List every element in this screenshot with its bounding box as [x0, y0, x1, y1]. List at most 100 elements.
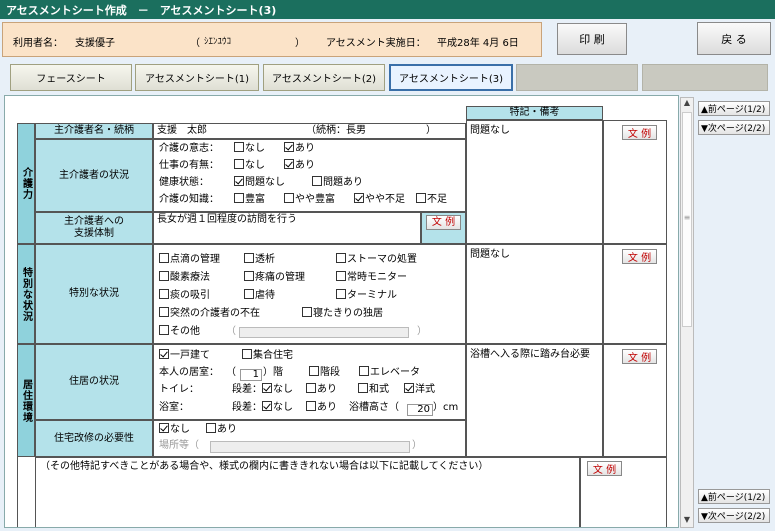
user-info-panel: 利用者名： 支援優子 （ ｼｴﾝﾕｳｺ ） アセスメント実施日： 平成28年 4… — [2, 22, 542, 57]
abuse-checkbox[interactable]: 虐待 — [244, 289, 275, 303]
tab-empty-2 — [642, 64, 768, 91]
housing-bunrei-cell: 文 例 — [603, 344, 667, 457]
apartment-checkbox[interactable]: 集合住宅 — [242, 349, 293, 363]
next-page-button-top[interactable]: ▼次ページ(2/2) — [698, 120, 770, 135]
special-situation-cell: 点滴の管理 透析 ストーマの処置 酸素療法 疼痛の管理 常時モニター 痰の吸引 … — [153, 244, 466, 344]
next-page-button-bottom[interactable]: ▼次ページ(2/2) — [698, 508, 770, 523]
know-somewhat-lacking-checkbox[interactable]: やや不足 — [354, 193, 405, 207]
housing-bunrei-button[interactable]: 文 例 — [622, 349, 657, 364]
print-button[interactable]: 印 刷 — [557, 23, 627, 55]
scroll-thumb[interactable]: ≡ — [682, 112, 692, 327]
vertical-scrollbar[interactable]: ▲ ≡ ▼ — [680, 97, 694, 528]
support-text: 長女が週１回程度の訪問を行う — [157, 214, 297, 225]
special-note: 問題なし — [470, 249, 510, 260]
tab-assessment-1[interactable]: アセスメントシート(1) — [135, 64, 259, 91]
will-yes-checkbox[interactable]: あり — [284, 142, 315, 156]
special-bunrei-cell: 文 例 — [603, 244, 667, 344]
dialysis-checkbox[interactable]: 透析 — [244, 253, 275, 267]
know-somewhat-rich-checkbox[interactable]: やや豊富 — [284, 193, 335, 207]
section-kaigo: 介護力 — [17, 123, 35, 244]
room-label: 本人の居室： — [159, 367, 219, 378]
tub-height-input[interactable]: 20 — [407, 401, 433, 416]
reform-label: 住宅改修の必要性 — [35, 420, 153, 457]
prev-page-button-bottom[interactable]: ▲前ページ(1/2) — [698, 489, 770, 504]
toilet-step-no-checkbox[interactable]: なし — [262, 383, 293, 397]
kaigo-bunrei-button[interactable]: 文 例 — [622, 125, 657, 140]
job-label: 仕事の有無： — [159, 160, 219, 171]
know-rich-checkbox[interactable]: 豊富 — [234, 193, 265, 207]
western-toilet-checkbox[interactable]: 洋式 — [404, 383, 435, 397]
other-notes-field[interactable]: （その他特記すべきことがある場合や、様式の欄内に書ききれない場合は以下に記載して… — [35, 457, 580, 527]
health-ok-checkbox[interactable]: 問題なし — [234, 176, 285, 190]
stoma-checkbox[interactable]: ストーマの処置 — [336, 253, 417, 267]
caregiver-name: 支援 太郎 — [157, 125, 207, 136]
monitor-checkbox[interactable]: 常時モニター — [336, 271, 407, 285]
other-open-paren: （ — [226, 326, 236, 337]
bath-step-no-checkbox[interactable]: なし — [262, 401, 293, 415]
support-label-line1: 主介護者への — [64, 216, 124, 227]
health-ng-checkbox[interactable]: 問題あり — [312, 176, 363, 190]
caregiver-status-label: 主介護者の状況 — [35, 139, 153, 212]
kaigo-bunrei-cell: 文 例 — [603, 120, 667, 244]
caregiver-name-field[interactable]: 支援 太郎 （続柄：長男 ） — [153, 123, 466, 139]
prev-page-button-top[interactable]: ▲前ページ(1/2) — [698, 101, 770, 116]
toilet-step-yes-checkbox[interactable]: あり — [306, 383, 337, 397]
special-notes-field[interactable]: 問題なし — [466, 244, 603, 344]
kaigo-note: 問題なし — [470, 125, 510, 136]
scroll-down-icon[interactable]: ▼ — [681, 515, 693, 527]
oxygen-checkbox[interactable]: 酸素療法 — [159, 271, 210, 285]
tab-face-sheet[interactable]: フェースシート — [10, 64, 132, 91]
back-button[interactable]: 戻 る — [697, 22, 771, 55]
assessment-form: 特記・備考 介護力 特別な状況 居住環境 主介護者名・続柄 支援 太郎 （続柄：… — [4, 95, 679, 528]
place-label: 場所等（ — [159, 440, 199, 451]
user-kana: ｼｴﾝﾕｳｺ — [204, 37, 232, 47]
toilet-step-label: 段差： — [232, 384, 262, 395]
tub-height-unit: ）cm — [433, 402, 459, 413]
support-bunrei-button[interactable]: 文 例 — [426, 215, 461, 230]
reform-no-checkbox[interactable]: なし — [159, 423, 190, 437]
tab-assessment-3[interactable]: アセスメントシート(3) — [389, 64, 513, 91]
elevator-checkbox[interactable]: エレベータ — [359, 366, 420, 380]
other-bunrei-button[interactable]: 文 例 — [587, 461, 622, 476]
floor-unit: ）階 — [263, 367, 283, 378]
place-input[interactable] — [210, 441, 410, 453]
housing-note: 浴槽へ入る際に踏み台必要 — [470, 349, 590, 360]
housing-status-cell: 一戸建て 集合住宅 本人の居室： （ 1 ）階 階段 エレベータ トイレ： 段差… — [153, 344, 466, 420]
caregiver-absence-checkbox[interactable]: 突然の介護者の不在 — [159, 307, 260, 321]
special-situation-label: 特別な状況 — [35, 244, 153, 344]
stairs-checkbox[interactable]: 階段 — [309, 366, 340, 380]
special-bunrei-button[interactable]: 文 例 — [622, 249, 657, 264]
tab-assessment-2[interactable]: アセスメントシート(2) — [263, 64, 385, 91]
other-bunrei-cell: 文 例 — [580, 457, 667, 527]
kaigo-notes-field[interactable]: 問題なし — [466, 120, 603, 244]
iv-management-checkbox[interactable]: 点滴の管理 — [159, 253, 220, 267]
japanese-toilet-checkbox[interactable]: 和式 — [358, 383, 389, 397]
health-label: 健康状態： — [159, 177, 209, 188]
scroll-up-icon[interactable]: ▲ — [681, 98, 693, 110]
housing-notes-field[interactable]: 浴槽へ入る際に踏み台必要 — [466, 344, 603, 457]
support-system-field[interactable]: 長女が週１回程度の訪問を行う — [153, 212, 421, 244]
terminal-checkbox[interactable]: ターミナル — [336, 289, 397, 303]
kana-open: （ — [190, 38, 200, 49]
other-checkbox[interactable]: その他 — [159, 325, 200, 339]
suction-checkbox[interactable]: 痰の吸引 — [159, 289, 210, 303]
other-notes-hint: （その他特記すべきことがある場合や、様式の欄内に書ききれない場合は以下に記載して… — [40, 461, 489, 472]
reform-yes-checkbox[interactable]: あり — [206, 423, 237, 437]
will-no-checkbox[interactable]: なし — [234, 142, 265, 156]
know-lacking-checkbox[interactable]: 不足 — [416, 193, 447, 207]
support-label-line2: 支援体制 — [74, 228, 114, 239]
bedridden-alone-checkbox[interactable]: 寝たきりの独居 — [302, 307, 383, 321]
detached-house-checkbox[interactable]: 一戸建て — [159, 349, 210, 363]
bath-step-yes-checkbox[interactable]: あり — [306, 401, 337, 415]
reform-cell: なし あり 場所等（ ） — [153, 420, 466, 457]
caregiver-relation: （続柄：長男 ） — [306, 125, 436, 136]
place-close-paren: ） — [412, 440, 422, 451]
user-name: 支援優子 — [75, 38, 115, 49]
job-no-checkbox[interactable]: なし — [234, 159, 265, 173]
user-label: 利用者名： — [13, 38, 63, 49]
pain-management-checkbox[interactable]: 疼痛の管理 — [244, 271, 305, 285]
other-input[interactable] — [239, 327, 409, 338]
floor-input[interactable]: 1 — [240, 366, 262, 381]
tub-height-label: 浴槽高さ（ — [349, 402, 399, 413]
job-yes-checkbox[interactable]: あり — [284, 159, 315, 173]
